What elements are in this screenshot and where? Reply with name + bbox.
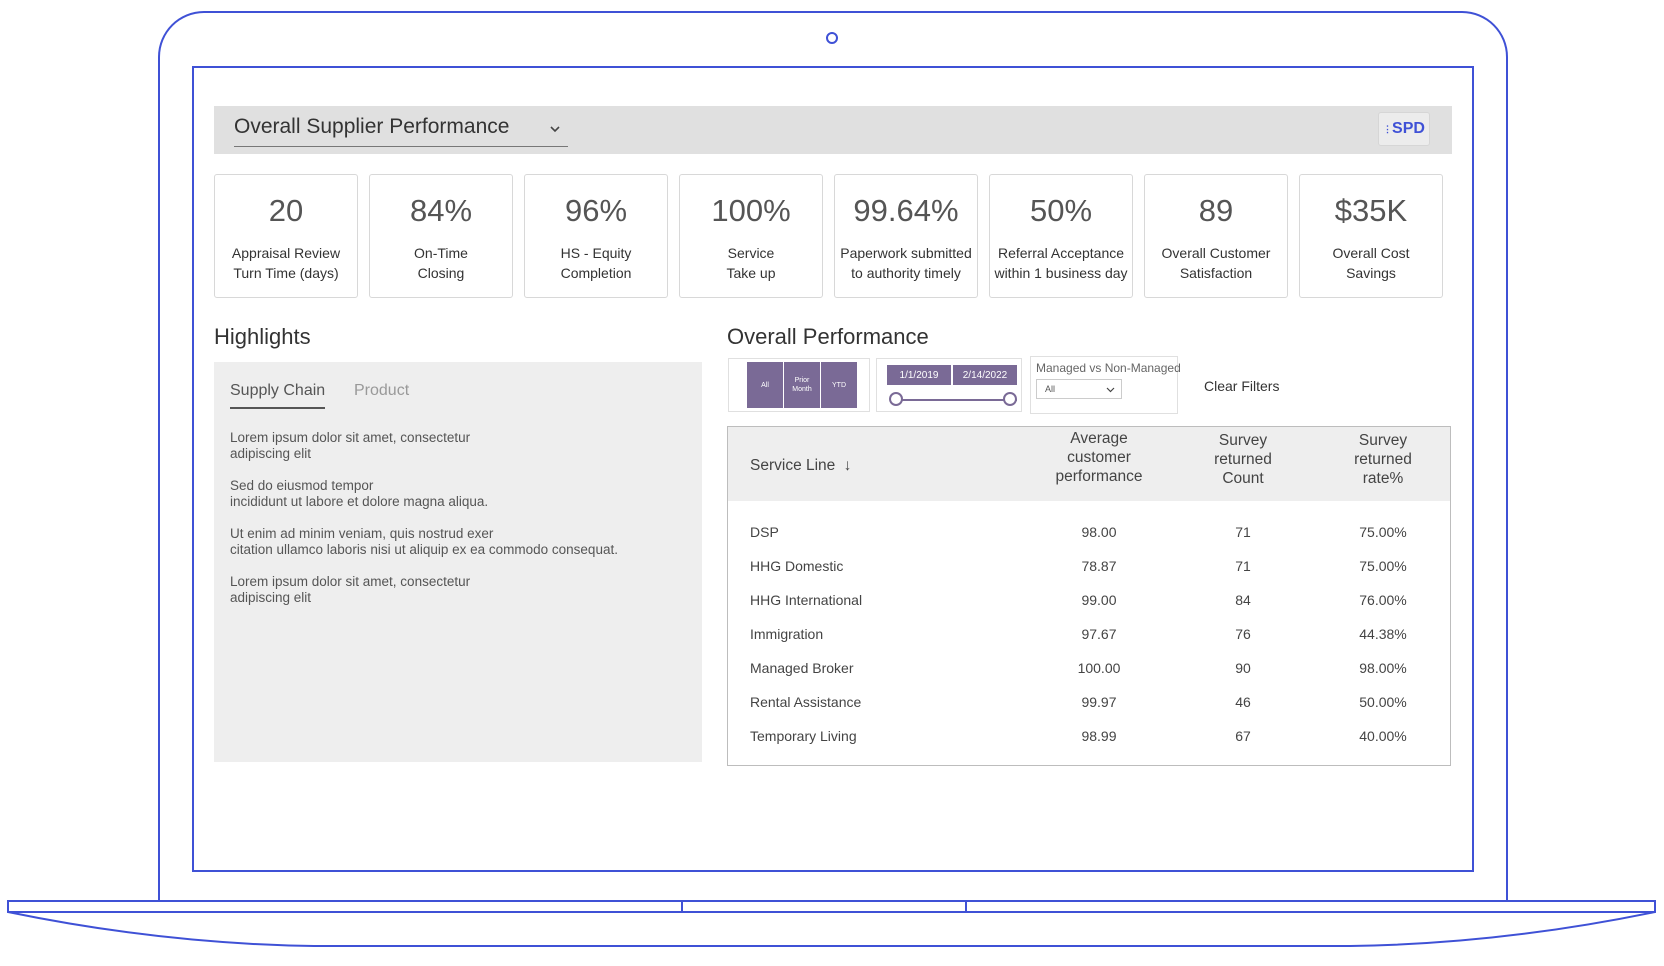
cell-service-line: DSP (750, 524, 779, 540)
table-row[interactable]: Temporary Living 98.99 67 40.00% (728, 719, 1450, 753)
cell-survey-rate: 40.00% (1359, 728, 1407, 744)
highlights-panel: Supply Chain Product Lorem ipsum dolor s… (214, 362, 702, 762)
date-start[interactable]: 1/1/2019 (887, 365, 951, 385)
table-row[interactable]: HHG Domestic 78.87 71 75.00% (728, 549, 1450, 583)
kpi-label: Overall Customer Satisfaction (1161, 245, 1271, 281)
table-row[interactable]: Managed Broker 100.00 90 98.00% (728, 651, 1450, 685)
managed-filter-label: Managed vs Non-Managed (1036, 361, 1181, 375)
cell-survey-count: 71 (1235, 524, 1251, 540)
logo-text: SPD (1392, 120, 1425, 137)
cell-service-line: Managed Broker (750, 660, 854, 676)
kpi-value: 99.64% (853, 193, 959, 228)
cell-survey-count: 46 (1235, 694, 1251, 710)
column-header-survey-count[interactable]: Survey returned Count (1178, 431, 1308, 488)
kpi-card: 89 Overall Customer Satisfaction (1144, 174, 1288, 298)
kpi-value: 96% (564, 193, 628, 228)
column-header-service-line[interactable]: Service Line ↓ (750, 456, 851, 475)
kpi-label: Referral Acceptance within 1 business da… (994, 245, 1128, 281)
kpi-card: 100% Service Take up (679, 174, 823, 298)
cell-survey-rate: 44.38% (1359, 626, 1407, 642)
cell-survey-count: 76 (1235, 626, 1251, 642)
kpi-label: HS - Equity Completion (560, 245, 632, 281)
highlights-title: Highlights (214, 324, 311, 349)
kpi-label: Service Take up (726, 245, 776, 281)
cell-avg-performance: 99.00 (1081, 592, 1117, 608)
kpi-value: 89 (1198, 193, 1234, 228)
cell-avg-performance: 78.87 (1081, 558, 1117, 574)
period-filter: All Prior Month YTD (728, 358, 870, 412)
period-prior-month-button[interactable]: Prior Month (784, 362, 820, 408)
kpi-label: Paperwork submitted to authority timely (840, 245, 972, 281)
laptop-base (7, 900, 1656, 947)
date-slider-track[interactable] (897, 399, 1017, 401)
kpi-card: 96% HS - Equity Completion (524, 174, 668, 298)
cell-avg-performance: 98.99 (1081, 728, 1117, 744)
cell-avg-performance: 97.67 (1081, 626, 1117, 642)
column-header-survey-rate[interactable]: Survey returned rate% (1318, 431, 1448, 488)
chevron-down-icon (1106, 387, 1115, 393)
webcam-icon (826, 32, 838, 44)
cell-service-line: HHG International (750, 592, 863, 608)
kpi-value: 100% (711, 193, 791, 228)
kpi-label: On-Time Closing (414, 245, 468, 281)
cell-service-line: Immigration (750, 626, 824, 642)
highlight-paragraph: Lorem ipsum dolor sit amet, consectetur … (230, 574, 471, 605)
managed-filter-value: All (1045, 384, 1056, 394)
table-row[interactable]: Rental Assistance 99.97 46 50.00% (728, 685, 1450, 719)
column-header-avg-performance[interactable]: Average customer performance (1034, 429, 1164, 486)
spd-logo: ⋮ SPD (1378, 112, 1430, 146)
highlight-paragraph: Lorem ipsum dolor sit amet, consectetur … (230, 430, 471, 461)
tab-product[interactable]: Product (354, 382, 409, 400)
dashboard-title: Overall Supplier Performance (234, 115, 510, 138)
kpi-card: 50% Referral Acceptance within 1 busines… (989, 174, 1133, 298)
period-all-button[interactable]: All (747, 362, 783, 408)
kpi-value: 50% (1029, 193, 1093, 228)
performance-table: Service Line ↓ Average customer performa… (727, 426, 1451, 766)
kpi-card: $35K Overall Cost Savings (1299, 174, 1443, 298)
cell-survey-count: 67 (1235, 728, 1251, 744)
cell-survey-count: 90 (1235, 660, 1251, 676)
table-row[interactable]: Immigration 97.67 76 44.38% (728, 617, 1450, 651)
cell-service-line: HHG Domestic (750, 558, 844, 574)
kpi-value: 20 (268, 193, 304, 228)
kpi-card: 84% On-Time Closing (369, 174, 513, 298)
cell-survey-rate: 98.00% (1359, 660, 1407, 676)
cell-avg-performance: 100.00 (1077, 660, 1121, 676)
managed-filter-select[interactable]: All (1036, 379, 1122, 399)
date-range-filter: 1/1/2019 2/14/2022 (876, 358, 1022, 412)
highlight-paragraph: Sed do eiusmod tempor incididunt ut labo… (230, 478, 489, 509)
cell-service-line: Rental Assistance (750, 694, 862, 710)
kpi-card: 99.64% Paperwork submitted to authority … (834, 174, 978, 298)
cell-survey-rate: 50.00% (1359, 694, 1407, 710)
cell-avg-performance: 98.00 (1081, 524, 1117, 540)
managed-filter: Managed vs Non-Managed All (1030, 356, 1181, 414)
tab-supply-chain[interactable]: Supply Chain (230, 382, 326, 409)
cell-service-line: Temporary Living (750, 728, 857, 744)
table-row[interactable]: HHG International 99.00 84 76.00% (728, 583, 1450, 617)
arrow-down-icon: ↓ (843, 457, 852, 474)
column-header-label: Service Line (750, 457, 836, 474)
date-end[interactable]: 2/14/2022 (953, 365, 1017, 385)
cell-avg-performance: 99.97 (1081, 694, 1117, 710)
period-ytd-button[interactable]: YTD (821, 362, 857, 408)
kpi-label: Overall Cost Savings (1332, 245, 1410, 281)
chevron-down-icon (550, 126, 560, 133)
dots-icon: ⋮ (1383, 124, 1392, 134)
clear-filters-link[interactable]: Clear Filters (1204, 378, 1279, 394)
cell-survey-rate: 76.00% (1359, 592, 1407, 608)
date-slider-start-handle[interactable] (889, 392, 903, 406)
kpi-value: 84% (409, 193, 473, 228)
cell-survey-rate: 75.00% (1359, 524, 1407, 540)
performance-title: Overall Performance (727, 324, 929, 349)
kpi-value: $35K (1334, 193, 1408, 228)
cell-survey-count: 71 (1235, 558, 1251, 574)
date-slider-end-handle[interactable] (1003, 392, 1017, 406)
table-row[interactable]: DSP 98.00 71 75.00% (728, 515, 1450, 549)
table-header: Service Line ↓ Average customer performa… (728, 427, 1450, 501)
cell-survey-count: 84 (1235, 592, 1251, 608)
kpi-label: Appraisal Review Turn Time (days) (231, 245, 341, 281)
kpi-card: 20 Appraisal Review Turn Time (days) (214, 174, 358, 298)
highlight-paragraph: Ut enim ad minim veniam, quis nostrud ex… (230, 526, 618, 557)
cell-survey-rate: 75.00% (1359, 558, 1407, 574)
